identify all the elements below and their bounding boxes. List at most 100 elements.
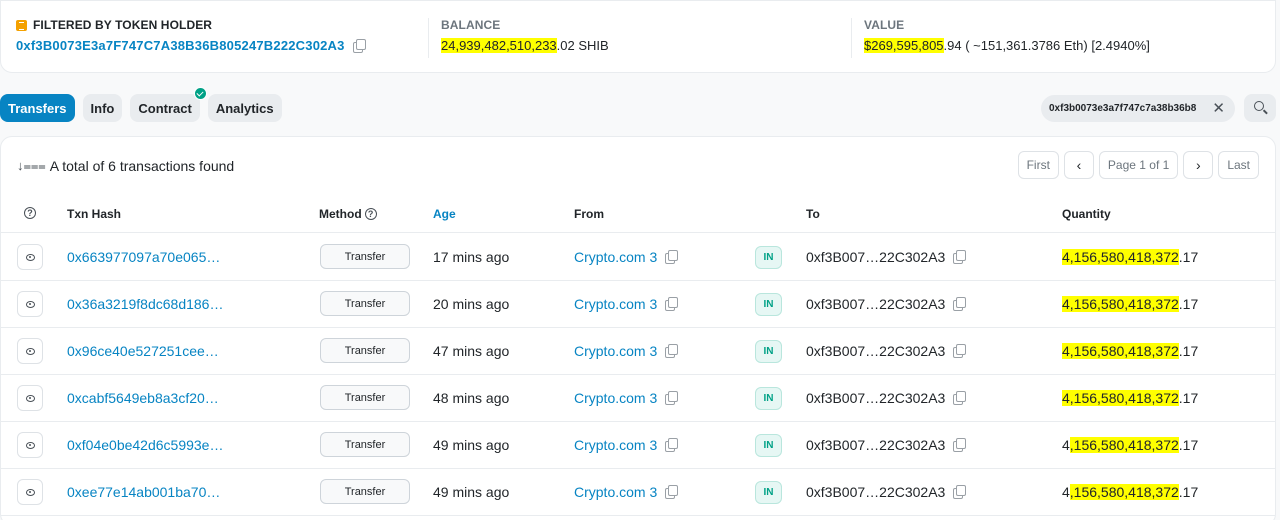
age-text: 49 mins ago	[433, 437, 510, 453]
value-amount: $269,595,805.94 ( ~151,361.3786 Eth) [2.…	[864, 38, 1150, 53]
copy-icon[interactable]	[352, 39, 366, 53]
view-details-button[interactable]	[17, 244, 43, 270]
balance-label: BALANCE	[441, 18, 501, 32]
direction-badge: IN	[755, 481, 782, 504]
eye-icon	[26, 442, 35, 449]
method-badge: Transfer	[320, 432, 410, 457]
pagination: First ‹ Page 1 of 1 › Last	[1017, 151, 1259, 179]
table-row: 0x96ce40e527251cee… Transfer 47 mins ago…	[1, 328, 1275, 375]
to-address: 0xf3B007…22C302A3	[806, 437, 967, 453]
txn-hash-link[interactable]: 0xf04e0be42d6c5993e…	[67, 437, 223, 453]
balance-value: 24,939,482,510,233.02 SHIB	[441, 38, 609, 53]
copy-icon[interactable]	[953, 297, 967, 311]
direction-badge: IN	[755, 434, 782, 457]
first-page-button[interactable]: First	[1017, 151, 1059, 179]
to-address: 0xf3B007…22C302A3	[806, 390, 967, 406]
last-page-button[interactable]: Last	[1218, 151, 1259, 179]
copy-icon[interactable]	[665, 391, 679, 405]
quantity-value: 4,156,580,418,372.17	[1062, 437, 1199, 453]
tab-analytics[interactable]: Analytics	[207, 94, 282, 122]
table-row: 0x663977097a70e065… Transfer 17 mins ago…	[1, 234, 1275, 281]
address-filter-chip: 0xf3b0073e3a7f747c7a38b36b8 ✕	[1041, 95, 1235, 122]
txn-hash-link[interactable]: 0x96ce40e527251cee…	[67, 343, 219, 359]
view-details-button[interactable]	[17, 479, 43, 505]
view-details-button[interactable]	[17, 338, 43, 364]
view-details-button[interactable]	[17, 385, 43, 411]
total-text: A total of 6 transactions found	[49, 158, 235, 174]
header-txn-hash: Txn Hash	[67, 207, 122, 221]
balance-section: BALANCE 24,939,482,510,233.02 SHIB	[428, 18, 609, 58]
view-details-button[interactable]	[17, 291, 43, 317]
search-button[interactable]	[1244, 94, 1276, 122]
quantity-value: 4,156,580,418,372.17	[1062, 249, 1199, 265]
holder-address-link[interactable]: 0xf3B0073E3a7F747C7A38B36B805247B222C302…	[16, 38, 345, 53]
holder-section: FILTERED BY TOKEN HOLDER 0xf3B0073E3a7F7…	[16, 18, 366, 53]
copy-icon[interactable]	[665, 250, 679, 264]
page-indicator: Page 1 of 1	[1098, 151, 1179, 179]
method-help-icon[interactable]: ?	[364, 208, 377, 220]
direction-badge: IN	[755, 340, 782, 363]
txn-hash-link[interactable]: 0xcabf5649eb8a3cf20…	[67, 390, 219, 406]
address-filter-text: 0xf3b0073e3a7f747c7a38b36b8	[1049, 103, 1197, 114]
header-method: Method ?	[319, 207, 377, 221]
sort-desc-icon: ↓⩶	[17, 158, 46, 173]
eye-icon	[26, 348, 35, 355]
copy-icon[interactable]	[665, 438, 679, 452]
direction-badge: IN	[755, 246, 782, 269]
txn-hash-link[interactable]: 0x663977097a70e065…	[67, 249, 220, 265]
method-badge: Transfer	[320, 244, 410, 269]
header-age[interactable]: Age	[433, 207, 456, 221]
transaction-count: ↓⩶ A total of 6 transactions found	[17, 158, 234, 174]
txn-hash-link[interactable]: 0xee77e14ab001ba70…	[67, 484, 220, 500]
from-link[interactable]: Crypto.com 3	[574, 343, 679, 359]
header-quantity: Quantity	[1062, 207, 1111, 221]
method-badge: Transfer	[320, 479, 410, 504]
method-badge: Transfer	[320, 385, 410, 410]
search-icon	[1254, 101, 1264, 111]
header-to: To	[806, 207, 820, 221]
eye-icon	[26, 301, 35, 308]
copy-icon[interactable]	[665, 297, 679, 311]
copy-icon[interactable]	[665, 344, 679, 358]
from-link[interactable]: Crypto.com 3	[574, 249, 679, 265]
view-details-button[interactable]	[17, 432, 43, 458]
quantity-value: 4,156,580,418,372.17	[1062, 343, 1199, 359]
txn-hash-link[interactable]: 0x36a3219f8dc68d186…	[67, 296, 223, 312]
from-link[interactable]: Crypto.com 3	[574, 437, 679, 453]
tab-contract-label: Contract	[138, 100, 192, 116]
to-address: 0xf3B007…22C302A3	[806, 343, 967, 359]
age-text: 48 mins ago	[433, 390, 510, 406]
next-page-button[interactable]: ›	[1183, 151, 1214, 179]
tab-info[interactable]: Info	[82, 94, 123, 122]
age-text: 20 mins ago	[433, 296, 510, 312]
quantity-value: 4,156,580,418,372.17	[1062, 390, 1199, 406]
copy-icon[interactable]	[953, 344, 967, 358]
to-address: 0xf3B007…22C302A3	[806, 249, 967, 265]
value-label: VALUE	[864, 18, 905, 32]
table-row: 0xcabf5649eb8a3cf20… Transfer 48 mins ag…	[1, 375, 1275, 422]
header-from: From	[574, 207, 604, 221]
help-icon[interactable]: ?	[24, 207, 36, 219]
eye-icon	[26, 395, 35, 402]
copy-icon[interactable]	[665, 485, 679, 499]
table-header: ? Txn Hash Method ? Age From To Quantity	[1, 195, 1275, 233]
tab-contract[interactable]: Contract	[130, 87, 207, 122]
tab-transfers[interactable]: Transfers	[0, 94, 75, 122]
close-icon[interactable]: ✕	[1212, 99, 1225, 117]
value-section: VALUE $269,595,805.94 ( ~151,361.3786 Et…	[851, 18, 1150, 58]
token-holder-summary: FILTERED BY TOKEN HOLDER 0xf3B0073E3a7F7…	[0, 0, 1276, 73]
from-link[interactable]: Crypto.com 3	[574, 296, 679, 312]
copy-icon[interactable]	[953, 250, 967, 264]
quantity-value: 4,156,580,418,372.17	[1062, 484, 1199, 500]
prev-page-button[interactable]: ‹	[1063, 151, 1094, 179]
filter-icon	[16, 19, 27, 31]
age-text: 17 mins ago	[433, 249, 510, 265]
from-link[interactable]: Crypto.com 3	[574, 484, 679, 500]
copy-icon[interactable]	[953, 391, 967, 405]
filter-label: FILTERED BY TOKEN HOLDER	[33, 18, 213, 32]
copy-icon[interactable]	[953, 438, 967, 452]
to-address: 0xf3B007…22C302A3	[806, 296, 967, 312]
tab-bar: Transfers Info Contract Analytics	[0, 87, 282, 122]
copy-icon[interactable]	[953, 485, 967, 499]
from-link[interactable]: Crypto.com 3	[574, 390, 679, 406]
